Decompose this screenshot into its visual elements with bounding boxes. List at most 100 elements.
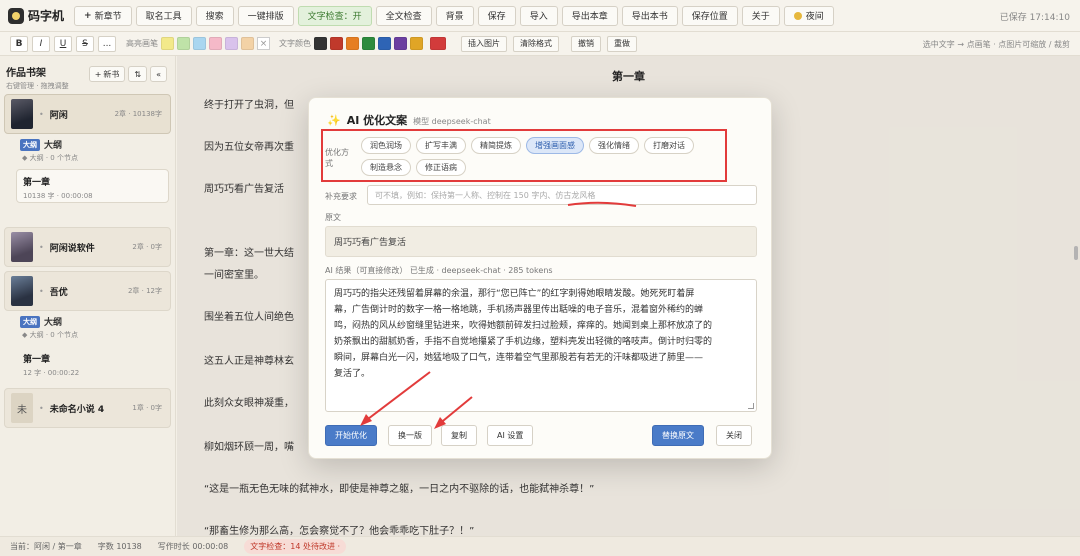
- outline-node[interactable]: 大纲 大纲 ◆ 大纲 · 0 个节点: [20, 138, 167, 163]
- book-meta: 2章 · 0字: [132, 243, 162, 251]
- highlight-swatch[interactable]: [241, 37, 254, 50]
- bookshelf-subtitle: 右键管理 · 拖拽调整: [6, 82, 69, 90]
- chapter-item[interactable]: 第一章 12 字 · 00:00:22: [16, 346, 169, 380]
- app-name: 码字机: [28, 9, 65, 23]
- bold-button[interactable]: B: [10, 35, 28, 52]
- toolbar-button[interactable]: 文字检查：开: [297, 5, 372, 26]
- more-format-button[interactable]: ...: [98, 35, 116, 52]
- original-text: 周巧巧看广告复活: [325, 226, 757, 257]
- toolbar-button[interactable]: 全文检查: [375, 5, 432, 26]
- plus-icon: +: [84, 10, 92, 21]
- collapse-sidebar-button[interactable]: «: [150, 66, 167, 82]
- toolbar-button-label: 导入: [529, 12, 548, 22]
- book-item[interactable]: 未 • 未命名小说 4 1章 · 0字: [4, 388, 171, 428]
- strikethrough-button[interactable]: S: [76, 35, 94, 52]
- toolbar-button[interactable]: 搜索: [195, 5, 234, 26]
- toolbar-button[interactable]: 保存位置: [681, 5, 738, 26]
- original-label: 原文: [325, 213, 341, 222]
- dialog-model: 模型 deepseek-chat: [413, 117, 491, 126]
- text-color-swatch[interactable]: [314, 37, 327, 50]
- text-color-swatch[interactable]: [362, 37, 375, 50]
- top-toolbar: 码字机 + 新章节 取名工具 搜索 一键排版 文字检查：开 全文检查 背景 保存 导入 导出本章 导出…: [0, 0, 1080, 32]
- status-location: 当前：阿闲 / 第一章: [10, 542, 82, 551]
- toolbar-button-label: 导出本书: [631, 12, 668, 22]
- toolbar-button-label: 关于: [751, 12, 770, 22]
- clear-highlight-button[interactable]: ×: [257, 37, 270, 50]
- chapter-title: 第一章: [23, 178, 51, 188]
- italic-button[interactable]: I: [32, 35, 50, 52]
- ai-result-textarea[interactable]: 周巧巧的指尖还残留着屏幕的余温，那行“您已阵亡”的红字刺得她眼睛发酸。她死死盯着…: [325, 279, 757, 412]
- highlight-swatch[interactable]: [193, 37, 206, 50]
- text-color-swatch[interactable]: [346, 37, 359, 50]
- status-text-check[interactable]: 文字检查：14 处待改进 ·: [244, 539, 347, 554]
- clear-format-button[interactable]: 清除格式: [513, 35, 559, 52]
- highlight-swatch[interactable]: [209, 37, 222, 50]
- toolbar-button-label: 取名工具: [145, 12, 182, 22]
- replace-original-button[interactable]: 替换原文: [652, 425, 704, 446]
- expand-icon[interactable]: •: [39, 243, 44, 252]
- book-item[interactable]: • 吾优 2章 · 12字: [4, 271, 171, 311]
- book-cover: [11, 276, 33, 306]
- result-line: 鸣，闷热的风从纱窗缝里钻进来，吹得她额前碎发扫过脸颊，痒痒的。她闻到桌上那杯放凉…: [334, 321, 713, 331]
- sparkle-icon: ✨: [327, 114, 341, 127]
- expand-icon[interactable]: •: [39, 404, 44, 413]
- book-item[interactable]: • 阿闲说软件 2章 · 0字: [4, 227, 171, 267]
- new-book-button[interactable]: + 新书: [88, 66, 126, 82]
- toolbar-button-label: 保存: [487, 12, 506, 22]
- result-line: 奶茶飘出的甜腻奶香，手指不自觉地攥紧了手机边缘，塑料壳发出轻微的咯吱声。倒计时归…: [334, 337, 713, 347]
- outline-node[interactable]: 大纲 大纲 ◆ 大纲 · 0 个节点: [20, 315, 167, 340]
- toolbar-button[interactable]: + 新章节: [74, 5, 132, 26]
- annotation-highlight-box: [321, 129, 727, 182]
- result-line: 瞬间，屏幕白光一闪，她猛地吸了口气，连带着空气里那股若有若无的汗味都吸进了肺里—…: [334, 353, 704, 363]
- highlight-swatch[interactable]: [177, 37, 190, 50]
- retry-button[interactable]: 换一版: [388, 425, 432, 446]
- redo-button[interactable]: 重做: [607, 35, 637, 52]
- book-name: 阿闲说软件: [49, 243, 95, 254]
- app-logo-icon: [8, 7, 24, 24]
- toolbar-button[interactable]: 背景: [435, 5, 474, 26]
- expand-icon[interactable]: •: [39, 110, 44, 119]
- chapter-title: 第一章: [23, 355, 51, 365]
- book-meta: 2章 · 12字: [127, 287, 162, 295]
- text-color-swatch[interactable]: [378, 37, 391, 50]
- toolbar-button[interactable]: 关于: [741, 5, 780, 26]
- book-name: 未命名小说 4: [49, 404, 105, 415]
- highlight-swatch[interactable]: [161, 37, 174, 50]
- supplement-input[interactable]: 可不填，例如：保持第一人称、控制在 150 字内、仿古龙风格: [367, 185, 757, 205]
- text-color-swatch[interactable]: [410, 37, 423, 50]
- chapter-item[interactable]: 第一章 10138 字 · 00:00:08: [16, 169, 169, 203]
- copy-button[interactable]: 复制: [441, 425, 477, 446]
- book-item[interactable]: • 阿闲 2章 · 10138字: [4, 94, 171, 134]
- toolbar-button[interactable]: 导入: [519, 5, 558, 26]
- status-writing-time: 写作时长 00:00:08: [157, 542, 229, 551]
- expand-icon[interactable]: •: [39, 287, 44, 296]
- current-text-color[interactable]: [430, 37, 446, 50]
- toolbar-button[interactable]: 导出本书: [621, 5, 678, 26]
- text-color-swatch[interactable]: [394, 37, 407, 50]
- toolbar-button[interactable]: 一键排版: [237, 5, 294, 26]
- ai-settings-button[interactable]: AI 设置: [487, 425, 534, 446]
- supplement-label: 补充要求: [325, 192, 357, 201]
- underline-button[interactable]: U: [54, 35, 72, 52]
- toolbar-button[interactable]: 导出本章: [561, 5, 618, 26]
- highlight-swatch[interactable]: [225, 37, 238, 50]
- toolbar-button-label: 夜间: [805, 12, 824, 22]
- start-optimize-button[interactable]: 开始优化: [325, 425, 377, 446]
- toolbar-button-label: 背景: [445, 12, 464, 22]
- sort-button[interactable]: ⇅: [128, 66, 148, 82]
- chapter-meta: 10138 字 · 00:00:08: [23, 192, 93, 200]
- insert-image-button[interactable]: 插入图片: [461, 35, 507, 52]
- toolbar-button[interactable]: 夜间: [783, 5, 834, 26]
- toolbar-button[interactable]: 保存: [477, 5, 516, 26]
- close-button[interactable]: 关闭: [716, 425, 752, 446]
- chapter-meta: 12 字 · 00:00:22: [23, 369, 80, 377]
- text-color-swatch[interactable]: [330, 37, 343, 50]
- format-toolbar: B I U S ... 高亮画笔 × 文字颜色 插入图片 清除格式 撤销 重做: [0, 32, 1080, 56]
- toolbar-button-label: 搜索: [205, 12, 224, 22]
- toolbar-button[interactable]: 取名工具: [135, 5, 192, 26]
- resize-handle[interactable]: [748, 403, 754, 409]
- result-line: 周巧巧的指尖还残留着屏幕的余温，那行“您已阵亡”的红字刺得她眼睛发酸。她死死盯着…: [334, 289, 695, 299]
- toolbar-button-label: 新章节: [94, 12, 122, 22]
- book-meta: 1章 · 0字: [132, 404, 162, 412]
- undo-button[interactable]: 撤销: [571, 35, 601, 52]
